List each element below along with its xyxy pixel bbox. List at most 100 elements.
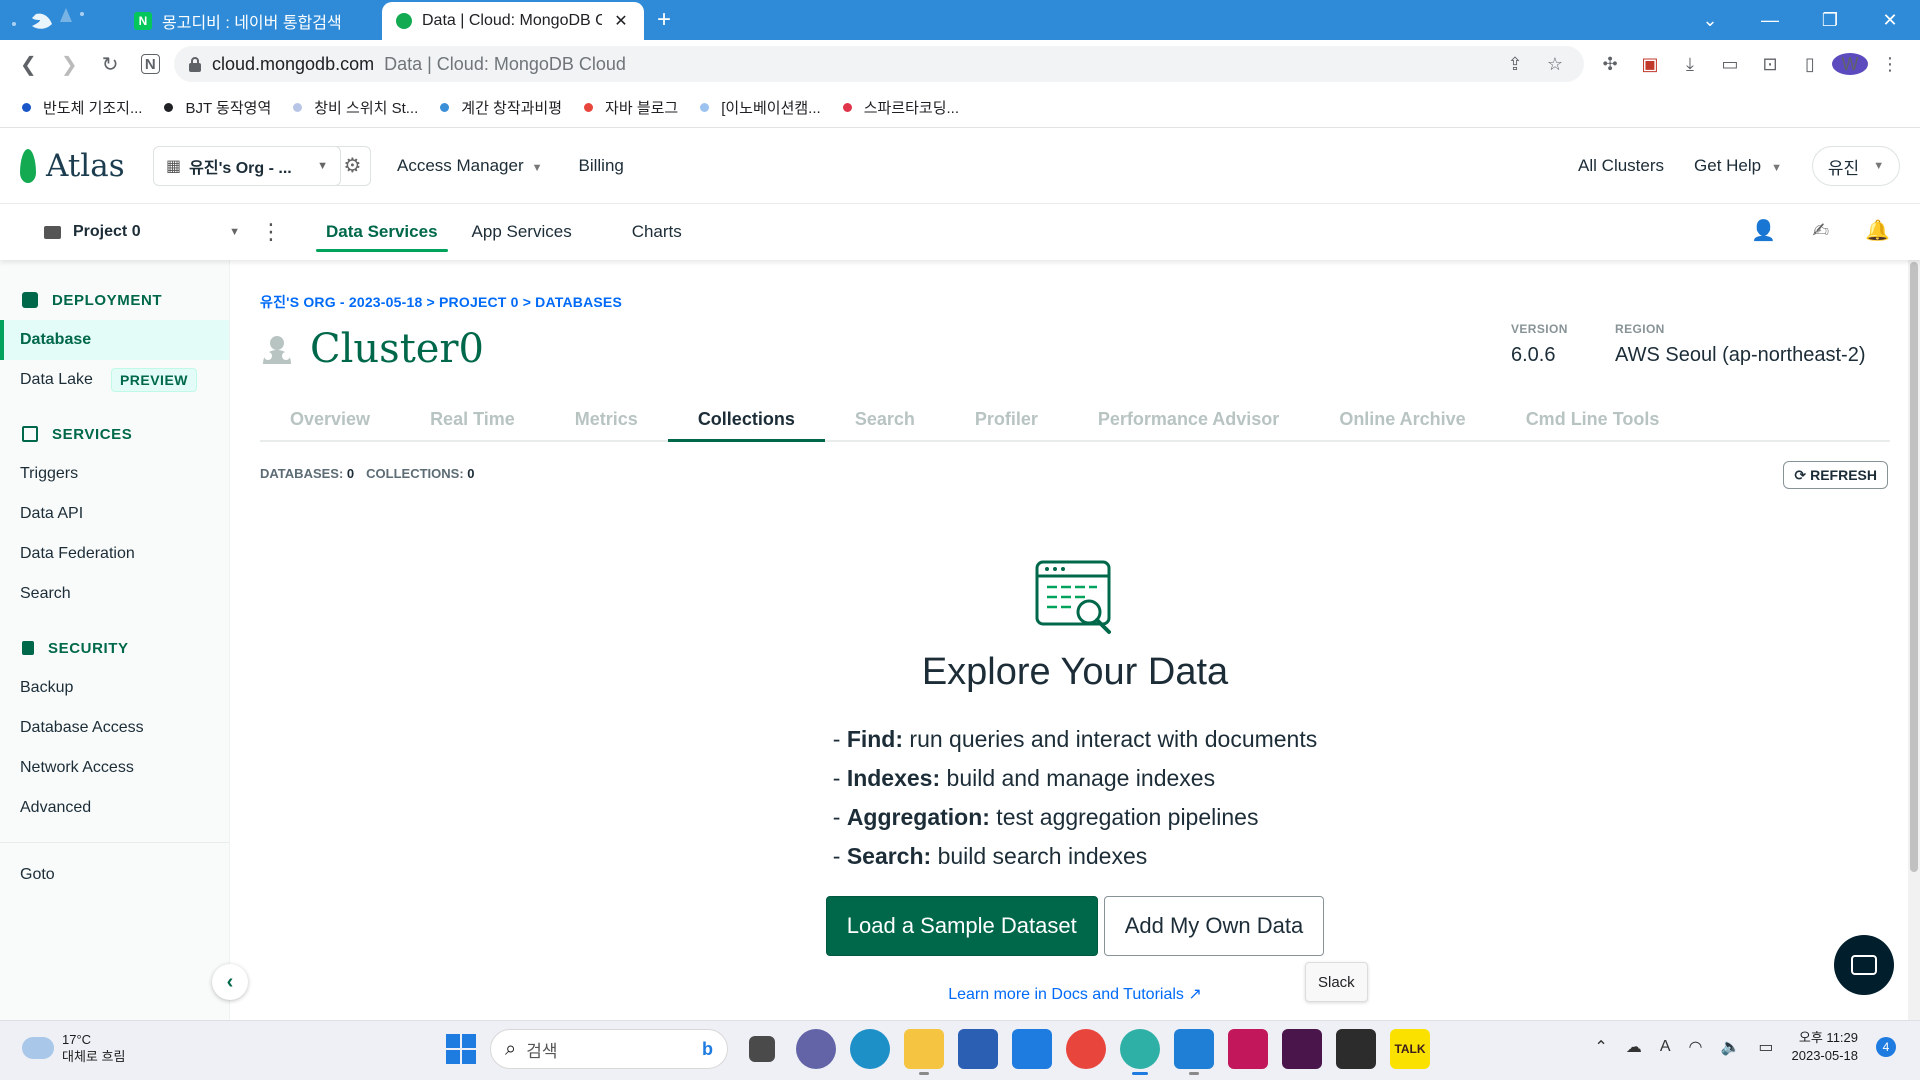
close-window-icon[interactable]: ✕ bbox=[1860, 10, 1920, 31]
share-icon[interactable]: ⇪ bbox=[1500, 54, 1530, 75]
tab-real-time[interactable]: Real Time bbox=[400, 398, 545, 440]
tab-online-archive[interactable]: Online Archive bbox=[1309, 398, 1495, 440]
windows-start-icon[interactable] bbox=[446, 1034, 476, 1064]
mail-icon[interactable] bbox=[1012, 1029, 1052, 1069]
media-icon[interactable]: ▭ bbox=[1712, 54, 1748, 75]
reload-icon[interactable]: ↻ bbox=[94, 47, 127, 81]
sidebar-item-backup[interactable]: Backup bbox=[0, 668, 229, 708]
get-help-menu[interactable]: Get Help ▼ bbox=[1694, 156, 1782, 176]
project-selector[interactable]: Project 0 ▼ bbox=[44, 223, 240, 241]
sidebar-item-network-access[interactable]: Network Access bbox=[0, 748, 229, 788]
chrome-icon[interactable] bbox=[1066, 1029, 1106, 1069]
bookmark-item[interactable]: 계간 창작과비평 bbox=[440, 97, 562, 118]
sidebar-item-data-federation[interactable]: Data Federation bbox=[0, 534, 229, 574]
wifi-icon[interactable]: ◠ bbox=[1688, 1037, 1702, 1057]
url-omnibox[interactable]: cloud.mongodb.com Data | Cloud: MongoDB … bbox=[173, 46, 1584, 82]
bell-icon[interactable]: 🔔 bbox=[1865, 218, 1890, 243]
new-tab-button[interactable]: + bbox=[644, 2, 684, 40]
bookmark-item[interactable]: 창비 스위치 St... bbox=[293, 97, 418, 118]
sidebar-item-data-api[interactable]: Data API bbox=[0, 494, 229, 534]
sidebar-item-data-lake[interactable]: Data Lake PREVIEW bbox=[0, 360, 229, 400]
split-view-icon[interactable]: ▯ bbox=[1792, 54, 1828, 75]
kakaotalk-icon[interactable]: TALK bbox=[1390, 1029, 1430, 1069]
bookmark-item[interactable]: 자바 블로그 bbox=[584, 97, 678, 118]
project-menu-kebab-icon[interactable]: ⋮ bbox=[256, 219, 286, 245]
load-sample-dataset-button[interactable]: Load a Sample Dataset bbox=[825, 896, 1098, 956]
tab-data-services[interactable]: Data Services bbox=[316, 204, 448, 260]
onedrive-cloud-icon[interactable]: ☁ bbox=[1626, 1037, 1642, 1057]
sidebar-item-goto[interactable]: Goto bbox=[0, 855, 229, 895]
whale-browser-icon[interactable] bbox=[1120, 1029, 1160, 1075]
user-menu-button[interactable]: 유진 ▼ bbox=[1812, 146, 1900, 186]
taskbar-search[interactable]: ⌕ 검색 b bbox=[490, 1029, 728, 1069]
naver-n-icon[interactable]: N bbox=[140, 54, 160, 74]
tray-overflow-chevron-up-icon[interactable]: ⌃ bbox=[1594, 1037, 1607, 1057]
extensions-puzzle-icon[interactable]: ✣ bbox=[1592, 54, 1628, 75]
teams-chat-icon[interactable] bbox=[796, 1029, 836, 1069]
external-link-icon: ↗ bbox=[1188, 986, 1202, 1003]
notification-badge[interactable]: 4 bbox=[1876, 1037, 1896, 1057]
add-my-own-data-button[interactable]: Add My Own Data bbox=[1103, 896, 1325, 956]
back-icon[interactable]: ❮ bbox=[12, 47, 45, 81]
screenshot-icon[interactable]: ⊡ bbox=[1752, 54, 1788, 75]
restore-icon[interactable]: ❐ bbox=[1800, 10, 1860, 31]
tab-cmd-line-tools[interactable]: Cmd Line Tools bbox=[1496, 398, 1690, 440]
billing-link[interactable]: Billing bbox=[579, 156, 624, 176]
bookmark-item[interactable]: [이노베이션캠... bbox=[700, 97, 821, 118]
all-clusters-link[interactable]: All Clusters bbox=[1578, 156, 1664, 176]
tab-mongodb-cloud[interactable]: Data | Cloud: MongoDB Cloud ✕ bbox=[382, 2, 644, 40]
battery-icon[interactable]: ▭ bbox=[1758, 1037, 1773, 1057]
organization-selector[interactable]: ▦ 유진's Org - ... ▼ bbox=[153, 145, 341, 186]
vscode-icon[interactable] bbox=[1174, 1029, 1214, 1075]
activity-feed-icon[interactable]: ✍ bbox=[1812, 218, 1829, 243]
sidebar-item-triggers[interactable]: Triggers bbox=[0, 454, 229, 494]
forward-icon[interactable]: ❯ bbox=[53, 47, 86, 81]
clock[interactable]: 오후 11:29 2023-05-18 bbox=[1792, 1029, 1859, 1065]
bookmark-item[interactable]: 스파르타코딩... bbox=[842, 97, 959, 118]
atlas-logo[interactable]: Atlas bbox=[20, 148, 133, 184]
bookmark-item[interactable]: BJT 동작영역 bbox=[164, 97, 271, 118]
task-view-icon[interactable] bbox=[749, 1036, 775, 1062]
learn-more-link[interactable]: Learn more in Docs and Tutorials ↗ bbox=[948, 984, 1202, 1004]
bookmark-item[interactable]: 반도체 기조지... bbox=[22, 97, 142, 118]
tab-metrics[interactable]: Metrics bbox=[545, 398, 668, 440]
sidebar-item-search[interactable]: Search bbox=[0, 574, 229, 614]
slack-icon[interactable] bbox=[1282, 1029, 1322, 1069]
invite-user-icon[interactable]: 👤 bbox=[1751, 218, 1776, 243]
sidebar-item-advanced[interactable]: Advanced bbox=[0, 788, 229, 828]
tab-search[interactable]: Search bbox=[825, 398, 945, 440]
support-chat-button[interactable] bbox=[1834, 935, 1894, 995]
scrollbar-thumb[interactable] bbox=[1910, 262, 1918, 872]
org-settings-gear-icon[interactable]: ⚙ bbox=[335, 145, 371, 186]
edge-icon[interactable] bbox=[850, 1029, 890, 1069]
ms-store-icon[interactable] bbox=[958, 1029, 998, 1069]
minimize-icon[interactable]: — bbox=[1740, 10, 1800, 31]
volume-icon[interactable]: 🔈 bbox=[1720, 1037, 1740, 1057]
tab-naver-search[interactable]: N 몽고디비 : 네이버 통합검색 bbox=[120, 2, 382, 40]
tab-overview[interactable]: Overview bbox=[260, 398, 400, 440]
close-tab-icon[interactable]: ✕ bbox=[612, 11, 630, 31]
tab-collections[interactable]: Collections bbox=[667, 398, 825, 442]
sticky-notes-icon[interactable] bbox=[1336, 1029, 1376, 1069]
favorites-star-icon[interactable]: ☆ bbox=[1540, 54, 1570, 75]
sidebar-item-database[interactable]: Database bbox=[0, 320, 229, 360]
profile-avatar[interactable]: W bbox=[1831, 53, 1868, 75]
file-explorer-icon[interactable] bbox=[904, 1029, 944, 1075]
page-scrollbar[interactable] bbox=[1908, 260, 1920, 1020]
intellij-icon[interactable] bbox=[1228, 1029, 1268, 1069]
weather-widget[interactable]: 17°C 대체로 흐림 bbox=[22, 1031, 125, 1065]
refresh-button[interactable]: ⟳ REFRESH bbox=[1783, 461, 1888, 489]
collapse-sidebar-chevron-left-icon[interactable]: ‹ bbox=[212, 964, 248, 1000]
sidebar-item-database-access[interactable]: Database Access bbox=[0, 708, 229, 748]
ime-icon[interactable]: A bbox=[1660, 1038, 1671, 1056]
tab-search-chevron-icon[interactable]: ⌄ bbox=[1680, 10, 1740, 31]
download-icon[interactable]: ⤓ bbox=[1672, 54, 1708, 75]
tab-profiler[interactable]: Profiler bbox=[945, 398, 1068, 440]
browser-menu-icon[interactable]: ⋮ bbox=[1872, 54, 1908, 75]
tab-app-services[interactable]: App Services bbox=[462, 204, 582, 260]
tab-performance-advisor[interactable]: Performance Advisor bbox=[1068, 398, 1309, 440]
flag-extension-icon[interactable]: ▣ bbox=[1632, 54, 1668, 75]
tab-charts[interactable]: Charts bbox=[622, 204, 692, 260]
access-manager-menu[interactable]: Access Manager ▼ bbox=[397, 156, 543, 176]
breadcrumb[interactable]: 유진'S ORG - 2023-05-18 > PROJECT 0 > DATA… bbox=[260, 292, 622, 312]
